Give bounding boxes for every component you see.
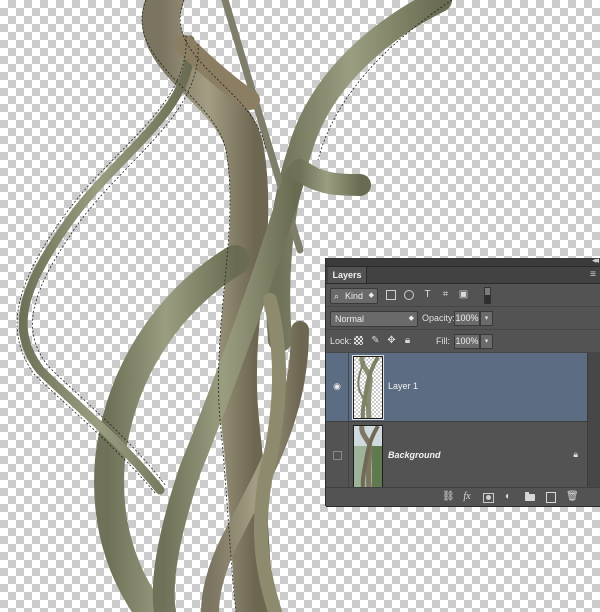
layer-name[interactable]: Layer 1 xyxy=(388,381,418,391)
new-group-icon[interactable] xyxy=(525,492,535,501)
add-mask-icon[interactable] xyxy=(483,493,494,503)
lock-brush-icon[interactable]: ✎ xyxy=(370,335,381,346)
updown-arrow-icon: ◆ xyxy=(408,315,414,322)
lock-row: Lock: ✎ ✥ 🔒︎ Fill: 100% ▾ xyxy=(326,330,600,353)
blend-mode-value: Normal xyxy=(335,314,365,324)
opacity-field[interactable]: 100% xyxy=(454,311,480,326)
filter-row: ⌕ Kind ◆ T ⌗ ▣ xyxy=(326,284,600,307)
layers-scrollbar[interactable] xyxy=(587,353,600,489)
fill-arrow-icon[interactable]: ▾ xyxy=(480,334,493,349)
layers-bottom-toolbar: ⛓︎ fx ◐ 🗑︎ xyxy=(326,487,600,506)
layers-list: ◉ Layer 1 Background 🔒︎ xyxy=(326,353,600,491)
layer-row-layer-1[interactable]: ◉ Layer 1 xyxy=(326,353,600,422)
layer-row-background[interactable]: Background 🔒︎ xyxy=(326,422,600,491)
opacity-label: Opacity: xyxy=(422,313,456,323)
blend-mode-dropdown[interactable]: Normal ◆ xyxy=(330,311,418,327)
blend-row: Normal ◆ Opacity: 100% ▾ xyxy=(326,307,600,330)
updown-arrow-icon: ◆ xyxy=(368,292,374,299)
filter-type-icon[interactable]: T xyxy=(422,289,433,300)
link-layers-icon[interactable]: ⛓︎ xyxy=(442,491,455,503)
filter-kind-label: Kind xyxy=(345,291,364,301)
collapse-icon[interactable]: ◂◂ xyxy=(592,255,599,266)
lock-icon: 🔒︎ xyxy=(573,449,578,459)
lock-move-icon[interactable]: ✥ xyxy=(386,335,397,346)
new-layer-icon[interactable] xyxy=(546,492,556,503)
visibility-off-box[interactable] xyxy=(333,451,342,460)
filter-kind-dropdown[interactable]: ⌕ Kind ◆ xyxy=(330,288,378,304)
filter-pixel-icon[interactable] xyxy=(386,290,396,300)
filter-adjustment-icon[interactable] xyxy=(404,290,414,300)
layers-panel: ◂◂ Layers ≡ ⌕ Kind ◆ T ⌗ ▣ Normal ◆ Opac… xyxy=(326,255,600,506)
fill-field[interactable]: 100% xyxy=(454,334,480,349)
fx-icon[interactable]: fx xyxy=(461,491,473,503)
lock-label: Lock: xyxy=(330,336,352,346)
filter-smart-object-icon[interactable]: ▣ xyxy=(458,289,469,300)
eye-icon[interactable]: ◉ xyxy=(331,381,343,391)
filter-shape-icon[interactable]: ⌗ xyxy=(440,289,451,300)
search-icon: ⌕ xyxy=(334,291,340,301)
fill-label: Fill: xyxy=(436,336,450,346)
layer-thumbnail xyxy=(353,356,383,419)
tab-layers[interactable]: Layers xyxy=(328,267,367,283)
layer-name[interactable]: Background xyxy=(388,450,441,460)
visibility-toggle[interactable]: ◉ xyxy=(326,353,349,421)
layer-thumbnail xyxy=(353,425,383,488)
panel-tab-row: Layers ≡ xyxy=(326,267,600,284)
filter-toggle-switch[interactable] xyxy=(484,287,491,304)
visibility-toggle[interactable] xyxy=(326,422,349,490)
trash-icon[interactable]: 🗑︎ xyxy=(566,491,579,503)
opacity-arrow-icon[interactable]: ▾ xyxy=(480,311,493,326)
lock-all-icon[interactable]: 🔒︎ xyxy=(402,335,413,346)
adjustment-layer-icon[interactable]: ◐ xyxy=(502,491,514,503)
panel-menu-icon[interactable]: ≡ xyxy=(590,269,596,280)
lock-transparent-icon[interactable] xyxy=(354,336,363,345)
panel-titlebar[interactable]: ◂◂ xyxy=(326,255,600,267)
